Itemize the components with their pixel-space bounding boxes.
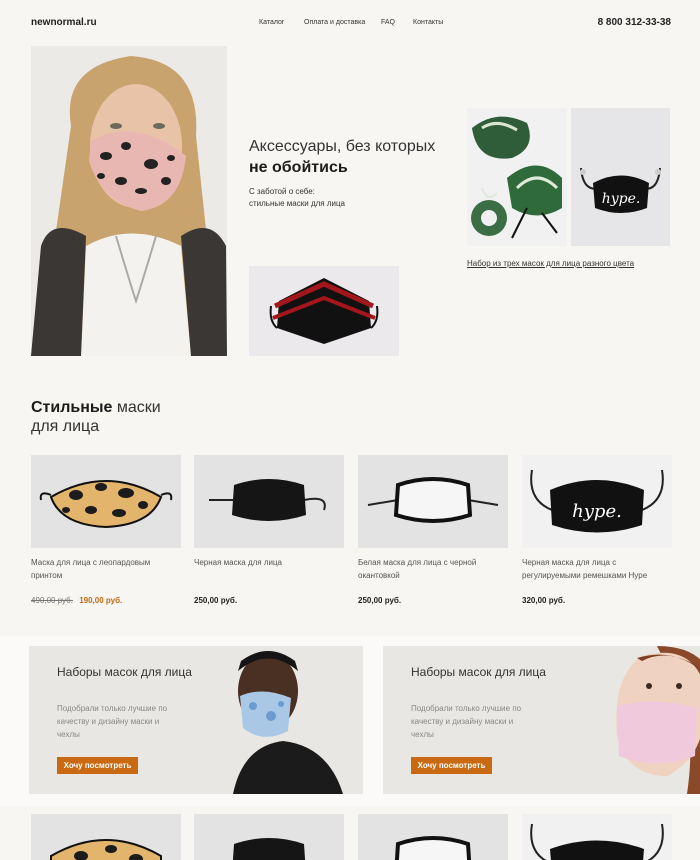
phone-number[interactable]: 8 800 312-33-38: [598, 17, 671, 28]
hype-logo-text: hype.: [602, 191, 641, 207]
hero-subtitle-line2: стильные маски для лица: [249, 199, 346, 208]
product-name[interactable]: Черная маска для лица: [194, 556, 344, 592]
product-card[interactable]: Белая маска для лица с черной окантовкой…: [358, 455, 508, 605]
main-nav: Каталог Оплата и доставка FAQ Контакты: [259, 19, 443, 26]
promo-button[interactable]: Хочу посмотреть: [411, 757, 492, 774]
section-title-bold: Стильные: [31, 399, 113, 416]
product-image[interactable]: [522, 814, 672, 860]
promo-description: Подобрали только лучшие по качеству и ди…: [57, 704, 168, 739]
product-card[interactable]: Маска для лица с леопардовым принтом 490…: [31, 455, 181, 605]
product-price: 490,00 руб. 190,00 руб.: [31, 596, 122, 605]
product-card[interactable]: hype. Черная маска для лица с регулируем…: [522, 455, 672, 605]
nav-faq[interactable]: FAQ: [381, 19, 413, 26]
product-name[interactable]: Черная маска для лица с регулируемыми ре…: [522, 556, 672, 592]
promo-title: Наборы масок для лица: [57, 665, 192, 679]
mask-set-image-green[interactable]: [467, 108, 567, 246]
product-image[interactable]: [358, 814, 508, 860]
section-title-line2: для лица: [31, 418, 100, 435]
promo-card[interactable]: Наборы масок для лица Подобрали только л…: [29, 646, 363, 794]
product-price: 250,00 руб.: [194, 596, 238, 605]
product-image[interactable]: [31, 814, 181, 860]
promo-title: Наборы масок для лица: [411, 665, 546, 679]
nav-catalog[interactable]: Каталог: [259, 19, 303, 26]
hero-heading: Аксессуары, без которых не обойтись: [249, 136, 435, 178]
mask-set-image-hype[interactable]: hype.: [571, 108, 670, 246]
nav-payment-delivery[interactable]: Оплата и доставка: [304, 19, 381, 26]
product-image[interactable]: [31, 455, 181, 548]
promo-model-photo: [203, 646, 363, 794]
nav-contacts[interactable]: Контакты: [413, 19, 443, 26]
hero-subtitle: С заботой о себе: стильные маски для лиц…: [249, 186, 399, 210]
product-price: 320,00 руб.: [522, 596, 566, 605]
section-title: Стильные маски для лица: [31, 398, 161, 436]
hero-mask-image[interactable]: [249, 266, 399, 356]
product-name[interactable]: Белая маска для лица с черной окантовкой: [358, 556, 508, 592]
product-price: 250,00 руб.: [358, 596, 402, 605]
product-sale-price: 190,00 руб.: [79, 596, 123, 605]
hero-heading-line2: не обойтись: [249, 159, 348, 176]
logo[interactable]: newnormal.ru: [31, 17, 97, 28]
hero-heading-line1: Аксессуары, без которых: [249, 138, 436, 155]
hero-model-photo: [31, 46, 227, 356]
hype-logo-text: hype.: [572, 501, 622, 522]
promo-button[interactable]: Хочу посмотреть: [57, 757, 138, 774]
product-image[interactable]: hype.: [522, 455, 672, 548]
promo-card[interactable]: Наборы масок для лица Подобрали только л…: [383, 646, 700, 794]
product-image[interactable]: [194, 814, 344, 860]
product-card[interactable]: Черная маска для лица 250,00 руб.: [194, 455, 344, 605]
section-title-rest: маски: [116, 399, 161, 416]
product-image[interactable]: [358, 455, 508, 548]
hero-subtitle-line1: С заботой о себе:: [249, 187, 315, 196]
mask-set-link[interactable]: Набор из трех масок для лица разного цве…: [467, 259, 634, 268]
product-name[interactable]: Маска для лица с леопардовым принтом: [31, 556, 181, 592]
promo-model-photo: [557, 646, 700, 794]
product-old-price: 490,00 руб.: [31, 596, 73, 605]
product-image[interactable]: [194, 455, 344, 548]
promo-description: Подобрали только лучшие по качеству и ди…: [411, 704, 522, 739]
